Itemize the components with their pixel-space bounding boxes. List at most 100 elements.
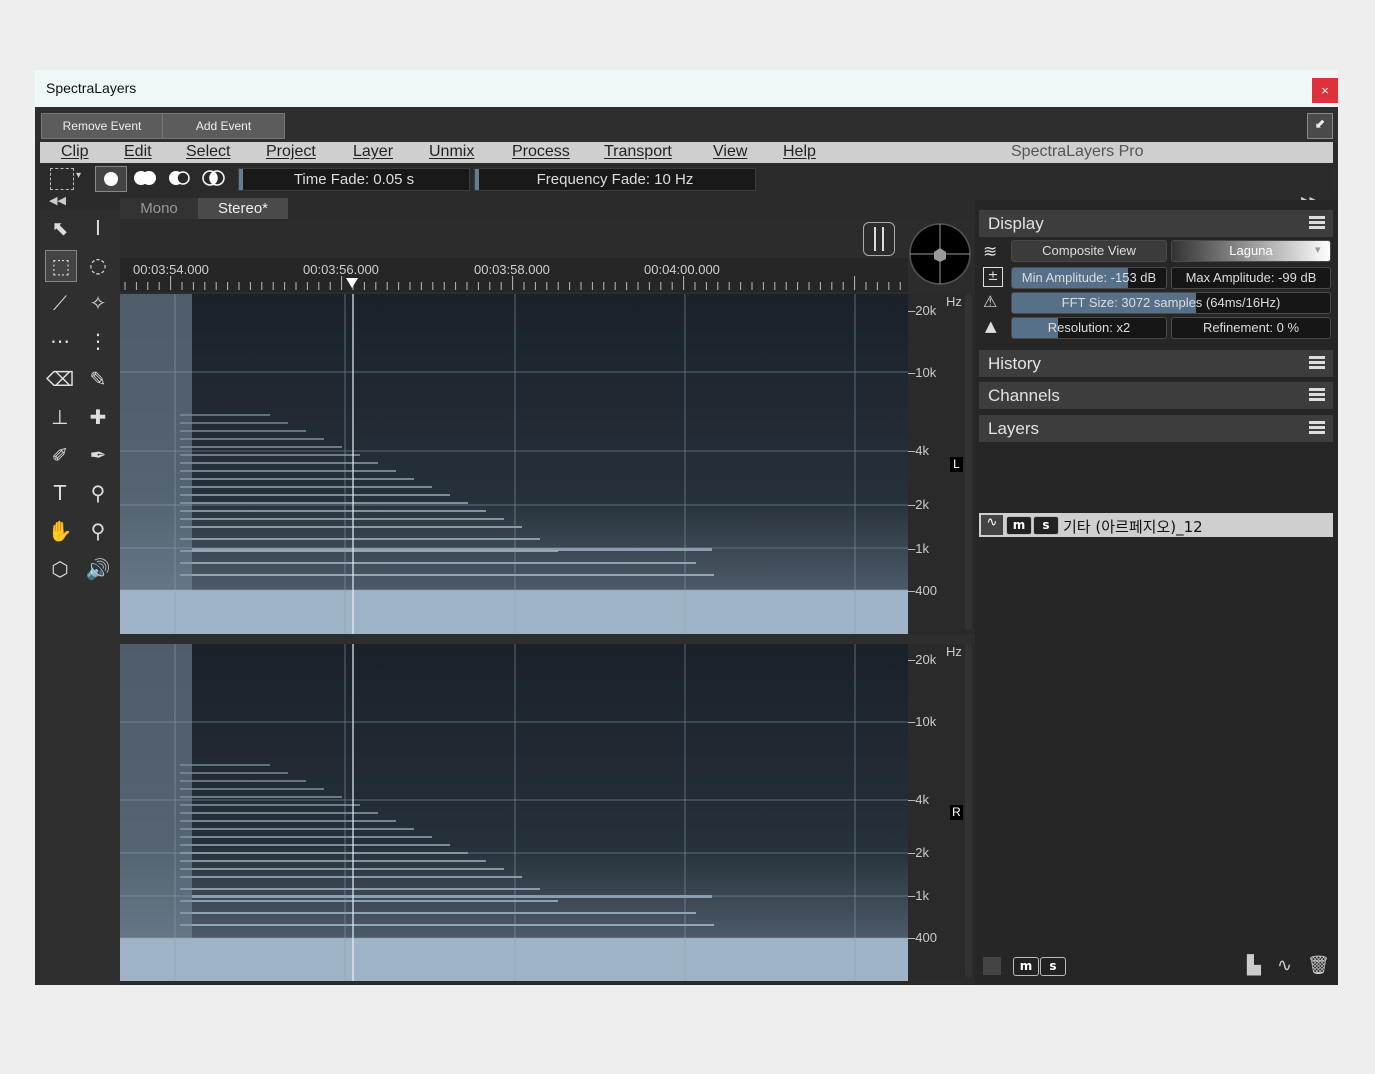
trash-icon[interactable]: 🗑 xyxy=(1307,955,1330,976)
right-panels: Display ≋ Composite View Laguna ▾ ± Min … xyxy=(975,200,1338,985)
lasso-tool-icon[interactable]: ◌ xyxy=(83,250,113,280)
colormap-dropdown[interactable]: Laguna xyxy=(1171,240,1331,262)
channel-divider[interactable] xyxy=(120,634,975,644)
menu-edit[interactable]: Edit xyxy=(124,143,152,161)
restore-window-button[interactable]: ⬋ xyxy=(1307,113,1333,139)
layers-panel-header[interactable]: Layers xyxy=(979,415,1333,442)
hamburger-menu-icon[interactable] xyxy=(1309,388,1325,402)
spectrogram-left-channel[interactable] xyxy=(120,294,908,634)
timeline-ruler[interactable]: 00:03:54.000 00:03:56.000 00:03:58.000 0… xyxy=(120,258,908,292)
spectrogram-right-channel[interactable] xyxy=(120,644,908,981)
eraser-tool-icon[interactable]: ⌫ xyxy=(45,364,75,394)
vertical-scrollbar-left[interactable] xyxy=(965,294,972,630)
fft-icon: ⚠ xyxy=(983,292,998,311)
mode-add-button[interactable] xyxy=(130,166,160,190)
vertical-scrollbar-right[interactable] xyxy=(965,644,972,977)
hamburger-menu-icon[interactable] xyxy=(1309,421,1325,435)
freq-label: –1k xyxy=(908,888,929,903)
app-window: SpectraLayers × Remove Event Add Event ⬋… xyxy=(35,70,1338,985)
waveform-icon: ∿ xyxy=(981,515,1003,535)
mode-subtract-button[interactable] xyxy=(164,166,194,190)
selection-shape-dropdown[interactable] xyxy=(50,168,74,190)
mode-intersect-button[interactable] xyxy=(198,166,228,190)
spectrogram-right-graphic xyxy=(120,644,908,981)
add-layer-icon[interactable]: ▙ xyxy=(1247,955,1261,976)
footer-mute-button[interactable]: m xyxy=(1013,957,1039,976)
text-tool-icon[interactable]: T xyxy=(45,478,75,508)
eyedropper-tool-icon[interactable]: ⚲ xyxy=(83,478,113,508)
spectrogram-left-graphic xyxy=(120,294,908,634)
freq-label: –20k xyxy=(908,652,937,667)
menu-view[interactable]: View xyxy=(713,143,747,161)
time-label: 00:03:56.000 xyxy=(303,262,379,277)
time-line-tool-icon[interactable]: ⋮ xyxy=(83,326,113,356)
resolution-slider[interactable]: Resolution: x2 xyxy=(1011,317,1167,339)
navigator-circle[interactable] xyxy=(908,222,972,286)
channels-panel-header[interactable]: Channels xyxy=(979,382,1333,409)
clone-stamp-tool-icon[interactable]: ⊥ xyxy=(45,402,75,432)
product-name: SpectraLayers Pro xyxy=(1011,143,1144,160)
zoom-grip-icon[interactable] xyxy=(863,222,895,256)
speaker-tool-icon[interactable]: 🔊 xyxy=(83,554,113,584)
refinement-slider[interactable]: Refinement: 0 % xyxy=(1171,317,1331,339)
time-fade-field[interactable]: Time Fade: 0.05 s xyxy=(238,168,470,191)
layer-solo-button[interactable]: s xyxy=(1033,516,1059,535)
menu-unmix[interactable]: Unmix xyxy=(429,143,474,161)
pen-tool-icon[interactable]: ✒ xyxy=(83,440,113,470)
layers-panel-title: Layers xyxy=(988,419,1040,438)
add-event-button[interactable]: Add Event xyxy=(162,113,285,139)
amplitude-eraser-tool-icon[interactable]: ✎ xyxy=(83,364,113,394)
max-amplitude-slider[interactable]: Max Amplitude: -99 dB xyxy=(1171,267,1331,289)
heal-tool-icon[interactable]: ✚ xyxy=(83,402,113,432)
magic-wand-tool-icon[interactable]: ✧ xyxy=(83,288,113,318)
frequency-fade-field[interactable]: Frequency Fade: 10 Hz xyxy=(474,168,756,191)
tab-mono[interactable]: Mono xyxy=(120,198,198,219)
menu-clip[interactable]: Clip xyxy=(61,143,89,161)
3d-view-tool-icon[interactable]: ⬡ xyxy=(45,554,75,584)
hamburger-menu-icon[interactable] xyxy=(1309,356,1325,370)
display-panel-header[interactable]: Display xyxy=(979,210,1333,237)
paint-brush-tool-icon[interactable]: ✐ xyxy=(45,440,75,470)
time-label: 00:03:58.000 xyxy=(474,262,550,277)
freq-label: –4k xyxy=(908,792,929,807)
menu-process[interactable]: Process xyxy=(512,143,570,161)
close-button[interactable]: × xyxy=(1312,78,1338,103)
layer-item[interactable]: ∿ m s 기타 (아르페지오)_12 xyxy=(979,513,1333,537)
fft-size-slider[interactable]: FFT Size: 3072 samples (64ms/16Hz) xyxy=(1011,292,1331,314)
zoom-tool-icon[interactable]: ⚲ xyxy=(83,516,113,546)
layer-icon[interactable] xyxy=(983,957,1001,975)
layer-mute-button[interactable]: m xyxy=(1006,516,1032,535)
menu-project[interactable]: Project xyxy=(266,143,316,161)
title-bar: SpectraLayers × xyxy=(35,70,1338,107)
menu-select[interactable]: Select xyxy=(186,143,230,161)
menu-help[interactable]: Help xyxy=(783,143,816,161)
remove-event-button[interactable]: Remove Event xyxy=(41,113,163,139)
min-amplitude-slider[interactable]: Min Amplitude: -153 dB xyxy=(1011,267,1167,289)
resolution-icon: ▲ xyxy=(985,317,997,335)
history-panel-header[interactable]: History xyxy=(979,350,1333,377)
event-bar: Remove Event Add Event ⬋ xyxy=(35,107,1338,142)
freq-label: –2k xyxy=(908,497,929,512)
frequency-select-tool-icon[interactable]: ⋯ xyxy=(45,326,75,356)
mode-replace-button[interactable] xyxy=(95,166,127,192)
hand-tool-icon[interactable]: ✋ xyxy=(45,516,75,546)
freq-label: –400 xyxy=(908,583,937,598)
tab-stereo[interactable]: Stereo* xyxy=(198,198,288,219)
footer-solo-button[interactable]: s xyxy=(1040,957,1066,976)
resolution-label: Resolution: x2 xyxy=(1047,320,1131,335)
channel-left-badge: L xyxy=(950,457,963,472)
hamburger-menu-icon[interactable] xyxy=(1309,216,1325,230)
move-tool-icon[interactable]: ⬉ xyxy=(45,213,75,243)
add-audio-layer-icon[interactable]: ∿ xyxy=(1277,955,1292,976)
time-select-tool-icon[interactable]: I xyxy=(83,213,113,243)
composite-view-button[interactable]: Composite View xyxy=(1011,240,1167,262)
tools-sidebar: ⬉ I ⬚ ◌ ⟋ ✧ ⋯ ⋮ ⌫ ✎ ⊥ ✚ ✐ ✒ T ⚲ ✋ ⚲ ⬡ 🔊 xyxy=(40,210,120,985)
menu-layer[interactable]: Layer xyxy=(353,143,393,161)
window-title: SpectraLayers xyxy=(46,80,137,96)
channels-panel-title: Channels xyxy=(988,386,1060,405)
brush-select-tool-icon[interactable]: ⟋ xyxy=(45,288,75,318)
rectangle-select-tool-icon[interactable]: ⬚ xyxy=(45,250,77,282)
refinement-label: Refinement: 0 % xyxy=(1202,320,1300,335)
menu-transport[interactable]: Transport xyxy=(604,143,672,161)
collapse-left-icon[interactable]: ◀◀ xyxy=(49,194,66,207)
